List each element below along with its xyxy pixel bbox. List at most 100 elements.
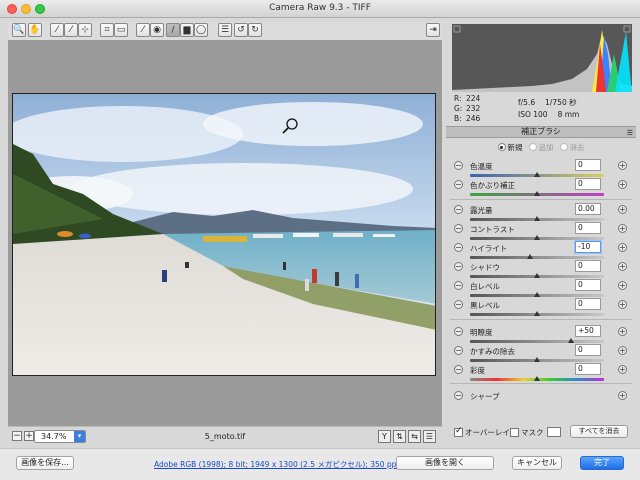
plus-circle-icon[interactable]: + bbox=[618, 365, 627, 374]
swap-settings-icon[interactable]: ⇅ bbox=[393, 430, 406, 443]
slider-row: − かすみの除去 0 + bbox=[446, 344, 636, 363]
done-button[interactable]: 完了 bbox=[580, 456, 624, 470]
spot-removal-tool-icon[interactable]: ⁄ bbox=[136, 23, 150, 37]
slider-value-field[interactable]: 0 bbox=[575, 222, 601, 234]
workflow-options-link[interactable]: Adobe RGB (1998); 8 bit; 1949 x 1300 (2.… bbox=[154, 459, 399, 470]
slider-thumb[interactable] bbox=[534, 273, 540, 278]
mask-checkbox[interactable]: マスク bbox=[510, 427, 544, 438]
copy-settings-icon[interactable]: ⇆ bbox=[408, 430, 421, 443]
brush-mode-0[interactable]: 新規 bbox=[497, 142, 523, 153]
white-balance-tool-icon[interactable]: ⁄ bbox=[50, 23, 64, 37]
minus-circle-icon[interactable]: − bbox=[454, 281, 463, 290]
plus-circle-icon[interactable]: + bbox=[618, 262, 627, 271]
brush-mode-2[interactable]: 消去 bbox=[559, 142, 585, 153]
slider-thumb[interactable] bbox=[527, 254, 534, 259]
rotate-right-icon[interactable]: ↻ bbox=[248, 23, 262, 37]
slider-value-field[interactable]: 0 bbox=[575, 260, 601, 272]
radial-filter-tool-icon[interactable]: ◯ bbox=[194, 23, 208, 37]
photo-preview[interactable] bbox=[12, 93, 436, 376]
slider-thumb[interactable] bbox=[534, 357, 540, 362]
mask-color-swatch[interactable] bbox=[547, 427, 561, 437]
plus-circle-icon[interactable]: + bbox=[618, 180, 627, 189]
plus-circle-icon[interactable]: + bbox=[618, 205, 627, 214]
adjustment-brush-tool-icon[interactable]: / bbox=[166, 23, 180, 37]
slider-thumb[interactable] bbox=[534, 216, 540, 221]
slider-value-field[interactable]: 0 bbox=[575, 344, 601, 356]
minus-circle-icon[interactable]: − bbox=[454, 365, 463, 374]
cancel-button[interactable]: キャンセル bbox=[512, 456, 562, 470]
hand-tool-icon[interactable]: ✋ bbox=[28, 23, 42, 37]
slider-label: シャープ bbox=[470, 392, 500, 401]
slider-track[interactable] bbox=[470, 256, 604, 259]
rotate-left-icon[interactable]: ↺ bbox=[234, 23, 248, 37]
graduated-filter-tool-icon[interactable]: ▆ bbox=[180, 23, 194, 37]
overlay-checkbox[interactable]: オーバーレイ bbox=[454, 426, 510, 438]
minus-circle-icon[interactable]: − bbox=[454, 243, 463, 252]
minus-circle-icon[interactable]: − bbox=[454, 205, 463, 214]
slider-value-field[interactable]: 0 bbox=[575, 279, 601, 291]
minus-circle-icon[interactable]: − bbox=[454, 262, 463, 271]
fullscreen-toggle-icon[interactable]: ⇥ bbox=[426, 23, 440, 37]
plus-circle-icon[interactable]: + bbox=[618, 300, 627, 309]
slider-value-field[interactable]: 0 bbox=[575, 363, 601, 375]
shutter-speed: 1/750 秒 bbox=[545, 98, 577, 107]
minus-circle-icon[interactable]: − bbox=[454, 161, 463, 170]
plus-circle-icon[interactable]: + bbox=[618, 391, 627, 400]
save-image-button[interactable]: 画像を保存... bbox=[16, 456, 74, 470]
slider-list: − 色温度 0 + − 色かぶり補正 0 + − 露光量 0.00 + − コントラスト 0 + − ハイライト -… bbox=[446, 159, 636, 417]
straighten-tool-icon[interactable]: ▭ bbox=[114, 23, 128, 37]
red-eye-tool-icon[interactable]: ◉ bbox=[150, 23, 164, 37]
brush-mode-group: 新規 追加 消去 bbox=[446, 142, 636, 156]
slider-thumb[interactable] bbox=[567, 338, 574, 343]
minus-circle-icon[interactable]: − bbox=[454, 180, 463, 189]
slider-thumb[interactable] bbox=[534, 191, 540, 196]
slider-value-field[interactable]: 0.00 bbox=[575, 203, 601, 215]
slider-value-field[interactable]: +50 bbox=[575, 325, 601, 337]
slider-thumb[interactable] bbox=[534, 376, 540, 381]
preview-preferences-icon[interactable]: ☰ bbox=[423, 430, 436, 443]
before-after-toggle-icon[interactable]: Y bbox=[378, 430, 391, 443]
slider-row: − 明瞭度 +50 + bbox=[446, 325, 636, 344]
color-sampler-tool-icon[interactable]: ⁄ bbox=[64, 23, 78, 37]
plus-circle-icon[interactable]: + bbox=[618, 243, 627, 252]
plus-circle-icon[interactable]: + bbox=[618, 327, 627, 336]
slider-thumb[interactable] bbox=[534, 311, 540, 316]
histogram bbox=[452, 24, 632, 92]
plus-circle-icon[interactable]: + bbox=[618, 161, 627, 170]
minus-circle-icon[interactable]: − bbox=[454, 346, 463, 355]
slider-thumb[interactable] bbox=[534, 292, 540, 297]
panel-menu-icon[interactable]: ☰ bbox=[627, 128, 633, 138]
plus-circle-icon[interactable]: + bbox=[618, 224, 627, 233]
open-image-button[interactable]: 画像を開く bbox=[396, 456, 494, 470]
slider-row: − 色温度 0 + bbox=[446, 159, 636, 178]
slider-value-field[interactable]: -10 bbox=[575, 241, 601, 253]
aperture: f/5.6 bbox=[518, 98, 536, 107]
slider-thumb[interactable] bbox=[534, 172, 540, 177]
histogram-graph bbox=[452, 25, 632, 92]
minus-circle-icon[interactable]: − bbox=[454, 391, 463, 400]
image-preview-area[interactable] bbox=[8, 40, 442, 426]
slider-thumb[interactable] bbox=[534, 235, 540, 240]
slider-track[interactable] bbox=[470, 340, 604, 343]
plus-circle-icon[interactable]: + bbox=[618, 346, 627, 355]
minus-circle-icon[interactable]: − bbox=[454, 327, 463, 336]
minus-circle-icon[interactable]: − bbox=[454, 224, 463, 233]
title-bar: Camera Raw 9.3 - TIFF bbox=[0, 0, 640, 18]
plus-circle-icon[interactable]: + bbox=[618, 281, 627, 290]
overlay-controls: オーバーレイ マスク すべてを消去 bbox=[450, 424, 636, 440]
clear-all-button[interactable]: すべてを消去 bbox=[570, 425, 628, 438]
slider-label: 黒レベル bbox=[470, 301, 500, 310]
slider-row: − コントラスト 0 + bbox=[446, 222, 636, 241]
slider-value-field[interactable]: 0 bbox=[575, 178, 601, 190]
slider-value-field[interactable]: 0 bbox=[575, 159, 601, 171]
zoom-tool-icon[interactable]: 🔍 bbox=[12, 23, 26, 37]
minus-circle-icon[interactable]: − bbox=[454, 300, 463, 309]
slider-value-field[interactable]: 0 bbox=[575, 298, 601, 310]
crop-tool-icon[interactable]: ⌗ bbox=[100, 23, 114, 37]
preferences-icon[interactable]: ☰ bbox=[218, 23, 232, 37]
focal-length: 8 mm bbox=[557, 110, 580, 119]
slider-label: 白レベル bbox=[470, 282, 500, 291]
brush-mode-label: 新規 bbox=[507, 143, 523, 152]
brush-mode-1[interactable]: 追加 bbox=[528, 142, 554, 153]
targeted-adjustment-tool-icon[interactable]: ⊹ bbox=[78, 23, 92, 37]
